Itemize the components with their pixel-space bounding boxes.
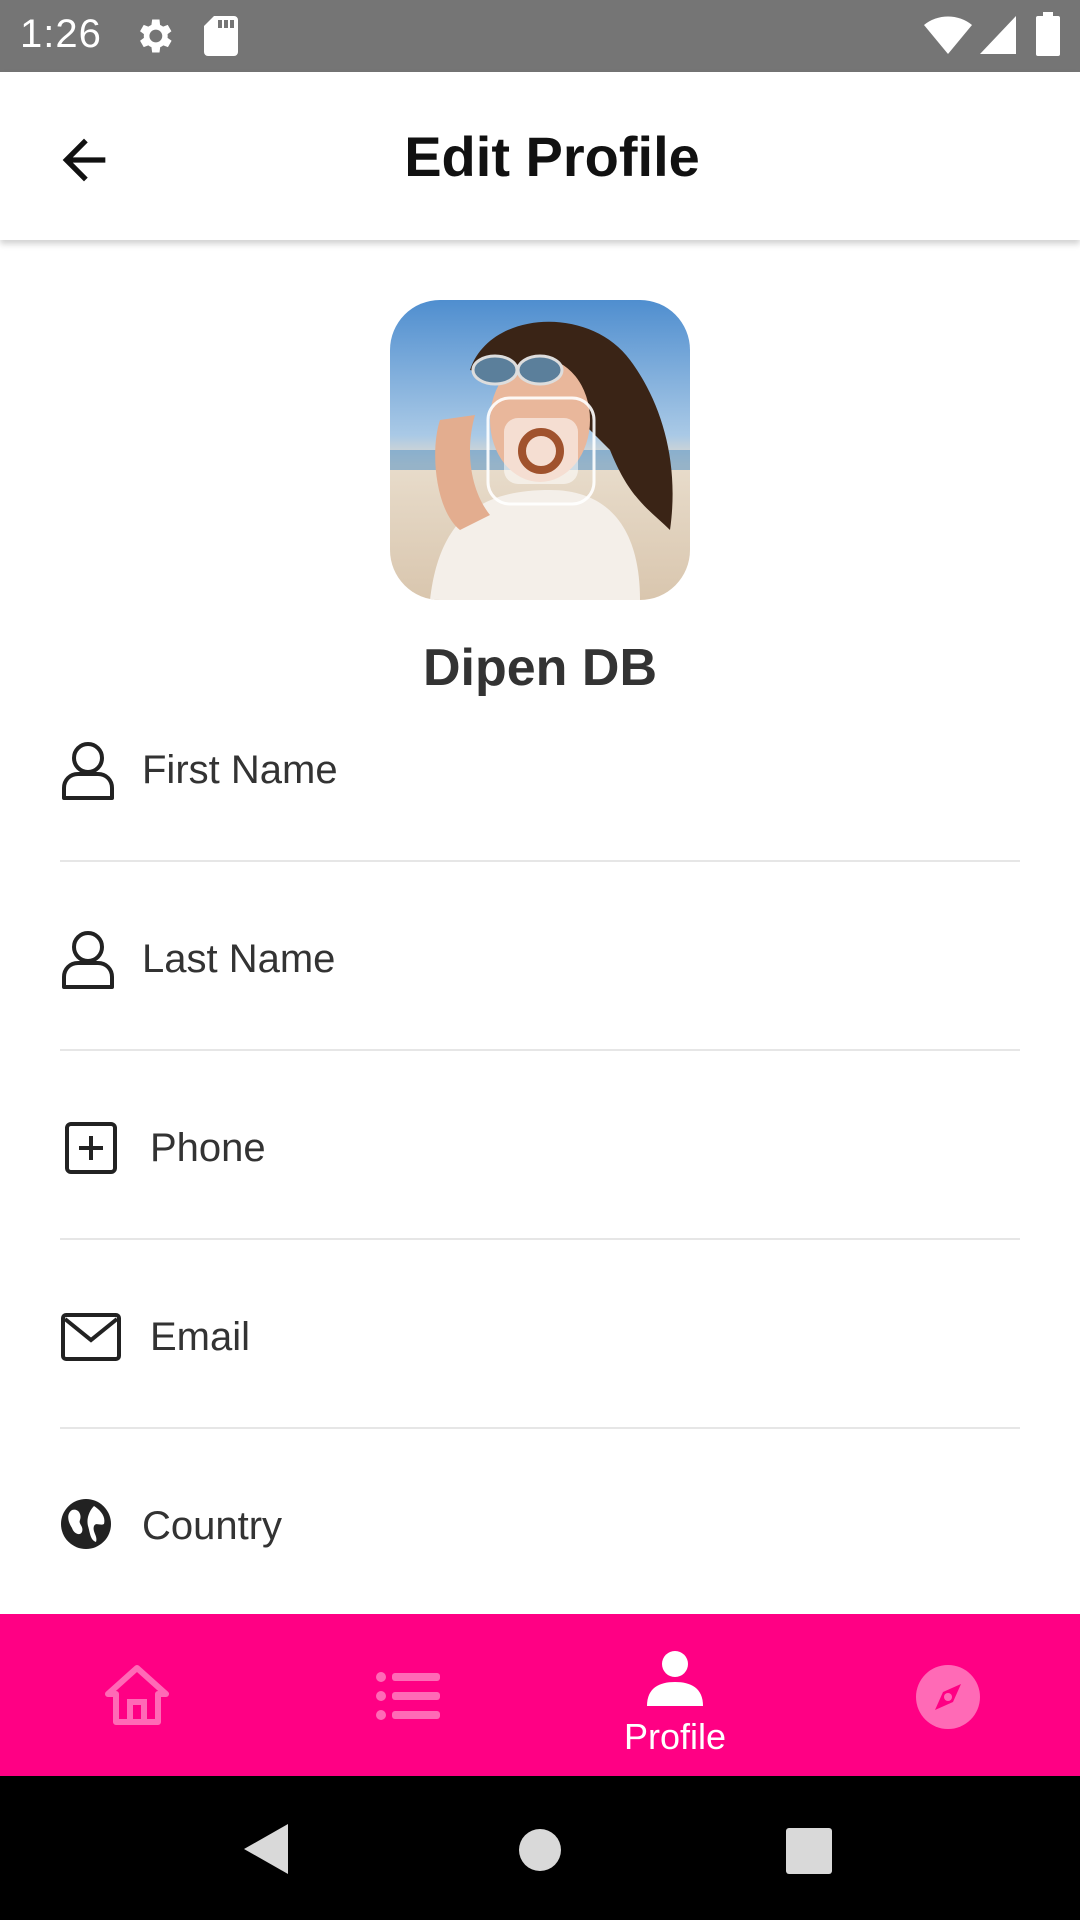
phone-field[interactable]: Phone [60, 1086, 1020, 1206]
nav-list[interactable] [270, 1614, 540, 1776]
compass-icon [916, 1665, 980, 1729]
status-time: 1:26 [20, 12, 102, 56]
globe-icon [61, 1499, 111, 1549]
status-bar: 1:26 [0, 0, 1080, 72]
first-name-label: First Name [142, 748, 338, 792]
envelope-icon [61, 1313, 121, 1361]
battery-icon [1036, 12, 1060, 56]
nav-explore[interactable] [810, 1614, 1080, 1776]
back-nav-icon[interactable] [244, 1824, 288, 1874]
nav-home[interactable] [0, 1614, 270, 1776]
home-icon [105, 1665, 169, 1725]
profile-name: Dipen DB [423, 639, 657, 697]
home-nav-icon[interactable] [518, 1828, 562, 1872]
sd-card-icon [204, 16, 238, 56]
app-bar: Edit Profile [0, 72, 1080, 240]
divider [60, 1427, 1020, 1429]
phone-label: Phone [150, 1126, 266, 1170]
system-nav-bar [0, 1776, 1080, 1920]
divider [60, 1049, 1020, 1051]
wifi-icon [924, 16, 972, 54]
last-name-field[interactable]: Last Name [60, 897, 1020, 1017]
email-label: Email [150, 1315, 251, 1359]
camera-icon[interactable] [486, 396, 596, 506]
profile-avatar[interactable] [390, 300, 690, 600]
first-name-field[interactable]: First Name [60, 708, 1020, 828]
person-outline-icon [62, 742, 114, 800]
recents-nav-icon[interactable] [786, 1828, 832, 1874]
phone-plus-box-icon [65, 1122, 117, 1174]
person-outline-icon [62, 931, 114, 989]
list-icon [376, 1672, 440, 1720]
signal-icon [980, 16, 1016, 54]
last-name-label: Last Name [142, 937, 336, 981]
bottom-nav: Profile [0, 1614, 1080, 1776]
divider [60, 860, 1020, 862]
country-field[interactable]: Country [60, 1464, 1020, 1584]
page-title: Edit Profile [404, 125, 700, 188]
divider [60, 1238, 1020, 1240]
nav-profile-label: Profile [623, 1716, 727, 1757]
country-label: Country [142, 1504, 283, 1548]
email-field[interactable]: Email [60, 1275, 1020, 1395]
person-icon [647, 1651, 703, 1706]
nav-profile[interactable]: Profile [540, 1614, 810, 1776]
settings-icon [140, 19, 172, 53]
